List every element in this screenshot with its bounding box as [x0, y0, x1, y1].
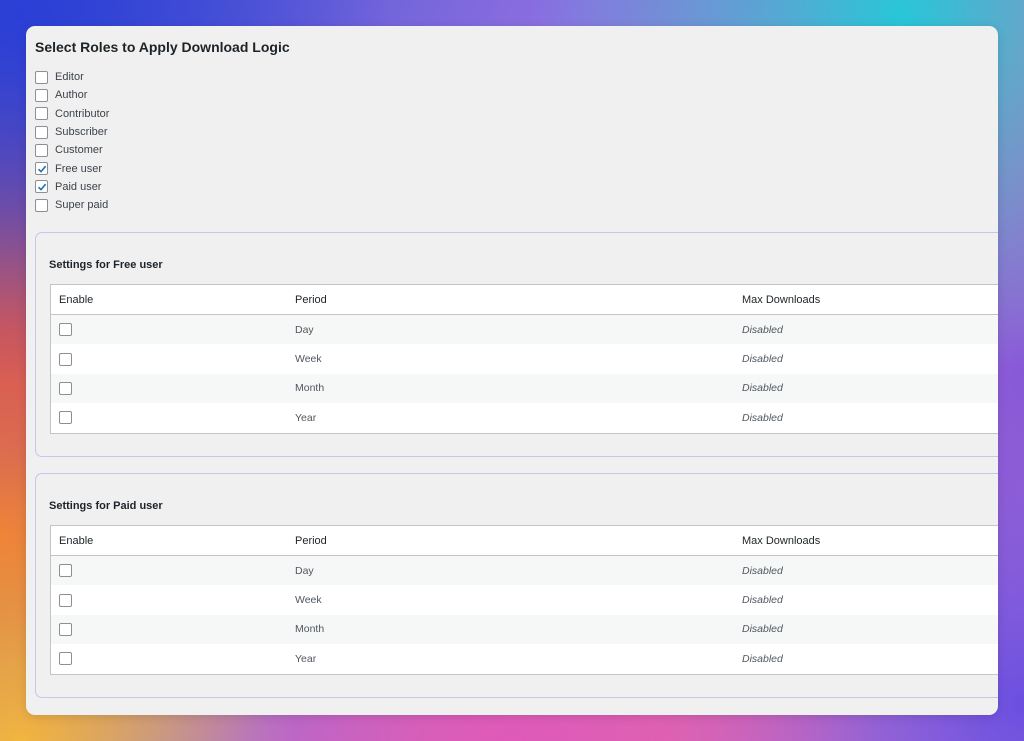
table-header-row: Enable Period Max Downloads	[51, 285, 998, 315]
header-max-downloads: Max Downloads	[742, 293, 821, 306]
role-checkbox[interactable]	[35, 180, 48, 194]
role-item-subscriber[interactable]: Subscriber	[35, 123, 109, 141]
role-item-free-user[interactable]: Free user	[35, 159, 109, 177]
enable-checkbox[interactable]	[59, 352, 72, 366]
header-period: Period	[295, 293, 327, 306]
role-checkbox[interactable]	[35, 162, 48, 176]
period-cell: Day	[295, 564, 314, 577]
max-downloads-cell: Disabled	[742, 411, 783, 424]
header-enable: Enable	[59, 534, 94, 547]
role-checkbox[interactable]	[35, 125, 48, 139]
checkmark-icon	[37, 183, 46, 191]
roles-list: Editor Author Contributor Subscriber Cus…	[35, 68, 109, 214]
role-label: Paid user	[55, 180, 102, 193]
settings-panel-free-user: Settings for Free user Enable Period Max…	[35, 232, 998, 457]
period-cell: Week	[295, 594, 322, 607]
role-label: Free user	[55, 162, 103, 175]
max-downloads-cell: Disabled	[742, 564, 783, 577]
table-row: Week Disabled	[51, 344, 998, 374]
table-row: Month Disabled	[51, 373, 998, 404]
period-cell: Year	[295, 411, 317, 424]
panel-title: Settings for Free user	[49, 259, 163, 271]
role-checkbox[interactable]	[35, 88, 48, 102]
role-item-customer[interactable]: Customer	[35, 141, 109, 159]
settings-panel-paid-user: Settings for Paid user Enable Period Max…	[35, 473, 998, 698]
role-item-author[interactable]: Author	[35, 86, 109, 104]
enable-checkbox[interactable]	[59, 564, 72, 578]
role-label: Contributor	[55, 107, 110, 120]
role-label: Customer	[55, 144, 103, 157]
table-row: Day Disabled	[51, 556, 998, 586]
table-row: Year Disabled	[51, 644, 998, 674]
max-downloads-cell: Disabled	[742, 594, 783, 607]
settings-window: Select Roles to Apply Download Logic Edi…	[26, 26, 998, 715]
role-checkbox[interactable]	[35, 70, 48, 84]
period-cell: Month	[295, 623, 325, 636]
header-period: Period	[295, 534, 327, 547]
table-row: Month Disabled	[51, 614, 998, 645]
header-enable: Enable	[59, 293, 94, 306]
limits-table: Enable Period Max Downloads Day Disabled…	[50, 284, 998, 434]
role-checkbox[interactable]	[35, 198, 48, 212]
period-cell: Week	[295, 353, 322, 366]
period-cell: Day	[295, 323, 314, 336]
role-item-super-paid[interactable]: Super paid	[35, 196, 109, 214]
role-label: Super paid	[55, 199, 109, 212]
page-title: Select Roles to Apply Download Logic	[35, 39, 290, 55]
role-item-contributor[interactable]: Contributor	[35, 105, 109, 123]
max-downloads-cell: Disabled	[742, 353, 783, 366]
panel-title: Settings for Paid user	[49, 500, 163, 512]
enable-checkbox[interactable]	[59, 323, 72, 337]
enable-checkbox[interactable]	[59, 652, 72, 666]
table-header-row: Enable Period Max Downloads	[51, 526, 998, 556]
period-cell: Month	[295, 382, 325, 395]
max-downloads-cell: Disabled	[742, 382, 783, 395]
role-checkbox[interactable]	[35, 143, 48, 157]
enable-checkbox[interactable]	[59, 593, 72, 607]
period-cell: Year	[295, 652, 317, 665]
table-row: Week Disabled	[51, 585, 998, 615]
table-row: Year Disabled	[51, 403, 998, 433]
checkmark-icon	[37, 165, 46, 173]
max-downloads-cell: Disabled	[742, 323, 783, 336]
role-label: Editor	[55, 71, 84, 84]
role-checkbox[interactable]	[35, 107, 48, 121]
max-downloads-cell: Disabled	[742, 623, 783, 636]
role-item-editor[interactable]: Editor	[35, 68, 109, 86]
max-downloads-cell: Disabled	[742, 652, 783, 665]
enable-checkbox[interactable]	[59, 411, 72, 425]
table-row: Day Disabled	[51, 315, 998, 345]
limits-table: Enable Period Max Downloads Day Disabled…	[50, 525, 998, 675]
role-item-paid-user[interactable]: Paid user	[35, 178, 109, 196]
header-max-downloads: Max Downloads	[742, 534, 821, 547]
role-label: Subscriber	[55, 126, 108, 139]
role-label: Author	[55, 89, 88, 102]
enable-checkbox[interactable]	[59, 381, 72, 395]
enable-checkbox[interactable]	[59, 622, 72, 636]
